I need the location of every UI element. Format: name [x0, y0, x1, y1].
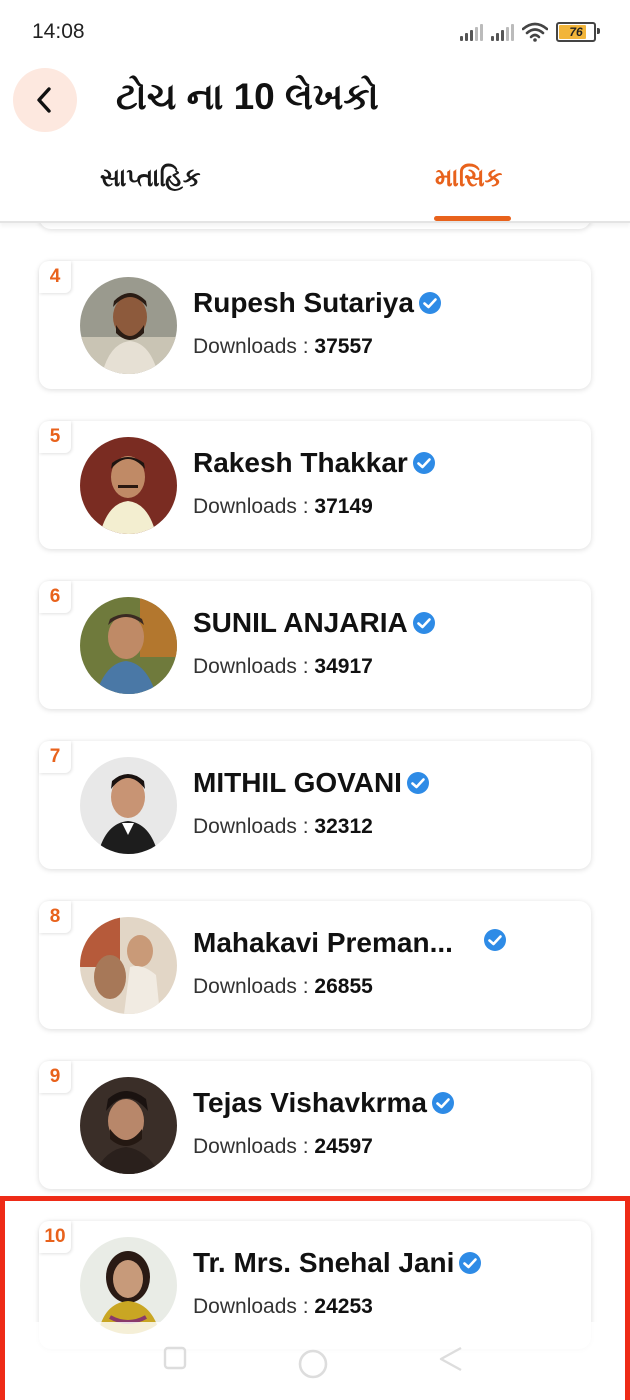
author-name[interactable]: Mahakavi Preman... [193, 927, 453, 959]
verified-icon [412, 451, 435, 474]
downloads-count: Downloads : 26855 [193, 975, 373, 998]
author-name[interactable]: Tejas Vishavkrma [193, 1087, 455, 1119]
status-time: 14:08 [32, 20, 85, 43]
downloads-count: Downloads : 37149 [193, 495, 373, 518]
downloads-count: Downloads : 32312 [193, 815, 373, 838]
verified-icon [484, 929, 506, 951]
home-button[interactable] [297, 1348, 329, 1380]
page-title: ટોચ ના 10 લેખકો [116, 76, 379, 117]
tab-weekly[interactable]: સાપ્તાહિક [100, 164, 201, 193]
avatar[interactable] [80, 437, 177, 534]
rank-badge: 7 [39, 741, 71, 773]
back-button[interactable] [13, 68, 77, 132]
avatar[interactable] [80, 597, 177, 694]
rank-badge: 6 [39, 581, 71, 613]
active-tab-indicator [434, 216, 511, 221]
author-name[interactable]: Rupesh Sutariya [193, 287, 442, 319]
system-nav-bar [0, 1322, 630, 1400]
recents-button[interactable] [163, 1346, 187, 1370]
rank-badge: 8 [39, 901, 71, 933]
tab-monthly[interactable]: માસિક [435, 164, 502, 193]
rank-badge: 5 [39, 421, 71, 453]
verified-icon [432, 1091, 455, 1114]
avatar[interactable] [80, 1077, 177, 1174]
downloads-count: Downloads : 37557 [193, 335, 373, 358]
author-card[interactable]: 5 Rakesh Thakkar Downloads : 37149 [39, 421, 591, 549]
rank-badge: 4 [39, 261, 71, 293]
avatar[interactable] [80, 1237, 177, 1334]
author-card[interactable]: 7 MITHIL GOVANI Downloads : 32312 [39, 741, 591, 869]
battery-icon: 76 [556, 22, 600, 42]
status-bar: 14:08 76 [0, 0, 630, 62]
verified-icon [459, 1251, 482, 1274]
back-nav-button[interactable] [437, 1346, 463, 1372]
verified-icon [418, 291, 441, 314]
avatar[interactable] [80, 277, 177, 374]
chevron-left-icon [37, 87, 51, 113]
top-writers-list[interactable]: 4 Rupesh Sutariya Downloads : 37557 5 Ra… [0, 221, 630, 1400]
verified-icon [412, 611, 435, 634]
signal-icon [491, 23, 514, 41]
author-name[interactable]: SUNIL ANJARIA [193, 607, 436, 639]
author-card[interactable]: 6 SUNIL ANJARIA Downloads : 34917 [39, 581, 591, 709]
rank-badge: 9 [39, 1061, 71, 1093]
author-card[interactable]: 8 Mahakavi Preman... Downloads : 26855 [39, 901, 591, 1029]
period-tabs: સાપ્તાહિક માસિક [0, 150, 630, 223]
avatar[interactable] [80, 917, 177, 1014]
author-name[interactable]: Tr. Mrs. Snehal Jani [193, 1247, 482, 1279]
downloads-count: Downloads : 34917 [193, 655, 373, 678]
verified-icon [406, 771, 429, 794]
downloads-count: Downloads : 24597 [193, 1135, 373, 1158]
app-header: ટોચ ના 10 લેખકો [0, 62, 630, 142]
avatar[interactable] [80, 757, 177, 854]
rank-badge: 10 [39, 1221, 71, 1253]
author-card[interactable]: 9 Tejas Vishavkrma Downloads : 24597 [39, 1061, 591, 1189]
downloads-count: Downloads : 24253 [193, 1295, 373, 1318]
wifi-icon [522, 22, 548, 42]
author-card[interactable]: 4 Rupesh Sutariya Downloads : 37557 [39, 261, 591, 389]
author-name[interactable]: MITHIL GOVANI [193, 767, 430, 799]
signal-icon [460, 23, 483, 41]
status-icons: 76 [460, 20, 600, 44]
author-name[interactable]: Rakesh Thakkar [193, 447, 436, 479]
battery-level: 76 [569, 25, 583, 39]
